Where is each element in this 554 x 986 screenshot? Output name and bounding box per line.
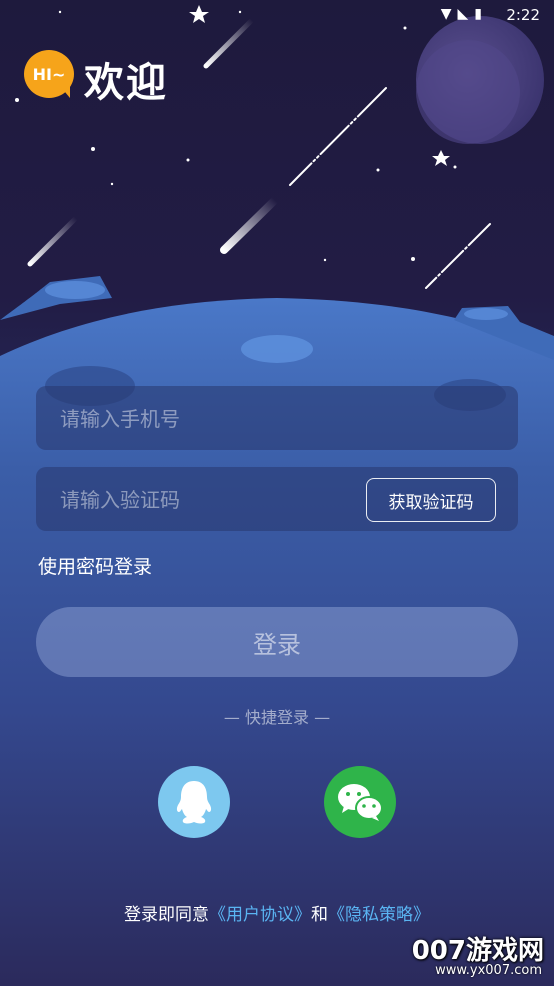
qq-icon (176, 781, 212, 824)
quick-login-label: — 快捷登录 — (223, 708, 331, 727)
get-code-button[interactable]: 获取验证码 (366, 478, 496, 522)
phone-input[interactable] (58, 386, 362, 452)
status-icons: ▼◣▮ (441, 6, 488, 22)
qq-login-button[interactable] (158, 766, 230, 838)
stars (15, 5, 457, 262)
page-title: 欢迎 (84, 60, 168, 106)
status-time: 2:22 (506, 6, 540, 24)
watermark-url: www.yx007.com (435, 963, 542, 978)
battery-icon: ▮ (474, 6, 488, 22)
code-field[interactable]: 获取验证码 (36, 467, 518, 533)
wifi-icon: ▼ (440, 6, 458, 22)
logo-text: HI~ (32, 64, 66, 84)
login-button[interactable]: 登录 (36, 607, 518, 677)
verification-code-input[interactable] (58, 467, 362, 533)
password-login-link[interactable]: 使用密码登录 (38, 552, 152, 579)
privacy-policy-link[interactable]: 《隐私策略》 (328, 905, 430, 925)
agreement-text: 登录即同意《用户协议》和《隐私策略》 (0, 900, 554, 925)
no-signal-icon: ◣ (457, 6, 475, 22)
status-bar: ▼◣▮ 2:22 (0, 0, 554, 32)
wechat-icon (338, 784, 383, 821)
logo-tail (60, 86, 70, 98)
user-agreement-link[interactable]: 《用户协议》 (209, 905, 311, 925)
agreement-prefix: 登录即同意 (124, 905, 209, 925)
agreement-and: 和 (311, 905, 328, 925)
phone-field[interactable] (36, 386, 518, 452)
watermark-brand: 007游戏网 (411, 936, 544, 966)
wechat-login-button[interactable] (324, 766, 396, 838)
